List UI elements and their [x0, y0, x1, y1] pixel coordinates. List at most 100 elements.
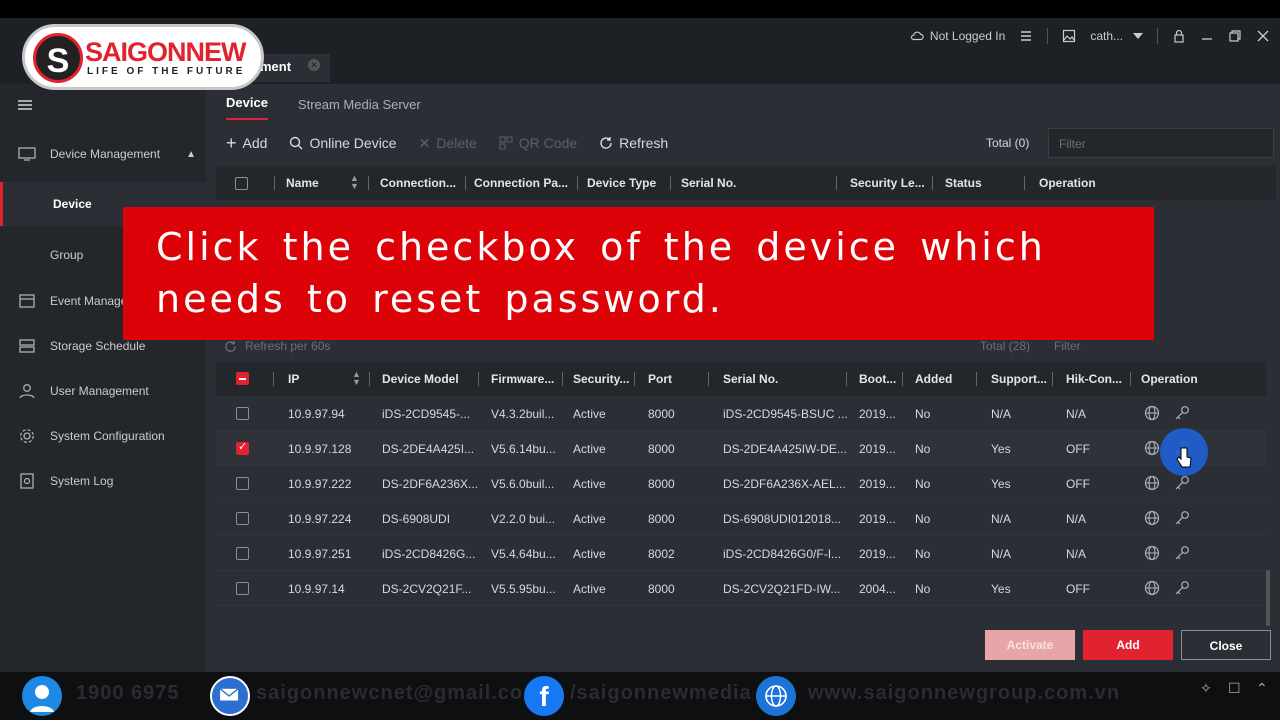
refresh-button[interactable]: Refresh: [599, 135, 668, 151]
image-icon[interactable]: [1062, 29, 1076, 43]
column-header-port[interactable]: Port: [648, 372, 672, 386]
auto-refresh-label[interactable]: Refresh per 60s: [224, 339, 330, 353]
globe-icon[interactable]: [1144, 440, 1160, 456]
row-checkbox[interactable]: [236, 582, 249, 595]
table-row[interactable]: 10.9.97.224 DS-6908UDI V2.2.0 bui... Active…: [216, 501, 1266, 536]
globe-icon[interactable]: [1144, 580, 1160, 596]
column-header-connection[interactable]: Connection...: [380, 176, 456, 190]
qr-code-button[interactable]: QR Code: [499, 135, 577, 151]
logo-mark: S: [33, 33, 83, 83]
add-label: Add: [242, 135, 268, 151]
auto-refresh-text: Refresh per 60s: [245, 339, 331, 353]
footer-phone: 1900 6975: [76, 682, 180, 704]
sidebar-item-device-management[interactable]: Device Management ▲: [0, 132, 206, 176]
table-row[interactable]: 10.9.97.128 DS-2DE4A425I... V5.6.14bu... Ac…: [216, 431, 1266, 466]
column-header-security[interactable]: Security...: [573, 372, 629, 386]
column-header-added[interactable]: Added: [915, 372, 952, 386]
expand-icon[interactable]: ⌃: [1256, 680, 1268, 697]
globe-icon[interactable]: [1144, 545, 1160, 561]
add-button[interactable]: Add: [1083, 630, 1173, 660]
key-icon[interactable]: [1174, 510, 1190, 526]
lock-icon[interactable]: [1172, 29, 1186, 43]
column-divider: [708, 372, 709, 386]
sidebar-item-system-log[interactable]: System Log: [0, 459, 206, 503]
column-divider: [577, 176, 578, 190]
select-all-checkbox[interactable]: [236, 372, 249, 385]
column-header-support[interactable]: Support...: [991, 372, 1047, 386]
column-header-ip[interactable]: IP: [288, 372, 299, 386]
column-header-device-model[interactable]: Device Model: [382, 372, 459, 386]
activate-button[interactable]: Activate: [985, 630, 1075, 660]
user-menu[interactable]: cath...: [1090, 29, 1143, 43]
row-checkbox[interactable]: [236, 547, 249, 560]
table-scrollbar[interactable]: [1266, 570, 1270, 626]
menu-icon[interactable]: [18, 100, 32, 110]
sidebar-item-user-management[interactable]: User Management: [0, 369, 206, 413]
column-header-serial-no[interactable]: Serial No.: [723, 372, 778, 386]
restore-icon[interactable]: [1228, 29, 1242, 43]
column-header-firmware[interactable]: Firmware...: [491, 372, 554, 386]
gear-icon: [20, 429, 34, 443]
cell-added: No: [915, 407, 931, 421]
row-checkbox[interactable]: [236, 512, 249, 525]
window-icon[interactable]: ☐: [1228, 680, 1241, 697]
minimize-icon[interactable]: [1200, 29, 1214, 43]
key-icon[interactable]: [1174, 405, 1190, 421]
cell-support: Yes: [991, 582, 1011, 596]
column-header-status[interactable]: Status: [945, 176, 982, 190]
key-icon[interactable]: [1174, 580, 1190, 596]
column-header-name[interactable]: Name: [286, 176, 319, 190]
plus-icon: +: [226, 132, 237, 153]
close-icon[interactable]: [1256, 29, 1270, 43]
app-tab-label: ment: [260, 59, 292, 74]
add-device-button[interactable]: + Add: [226, 133, 267, 154]
table-row[interactable]: 10.9.97.14 DS-2CV2Q21F... V5.5.95bu... Acti…: [216, 571, 1266, 606]
online-filter-input[interactable]: Filter: [1054, 339, 1081, 353]
sidebar-item-label: Device: [53, 197, 92, 211]
tab-close-icon[interactable]: ✕: [308, 59, 320, 71]
globe-icon[interactable]: [1144, 510, 1160, 526]
column-header-boot-time[interactable]: Boot...: [859, 372, 896, 386]
key-icon[interactable]: [1174, 475, 1190, 491]
instruction-banner: Click the checkbox of the device which n…: [123, 207, 1154, 340]
refresh-icon: [600, 137, 612, 149]
column-header-security-level[interactable]: Security Le...: [850, 176, 925, 190]
column-header-device-type[interactable]: Device Type: [587, 176, 656, 190]
column-divider: [273, 372, 274, 386]
user-icon: [19, 384, 35, 399]
column-header-hik-connect[interactable]: Hik-Con...: [1066, 372, 1122, 386]
cell-firmware: V2.2.0 bui...: [491, 512, 556, 526]
list-icon[interactable]: [1019, 29, 1033, 43]
tab-device[interactable]: Device: [226, 95, 268, 120]
table-row[interactable]: 10.9.97.222 DS-2DF6A236X... V5.6.0buil... A…: [216, 466, 1266, 501]
globe-icon[interactable]: [1144, 475, 1160, 491]
column-header-serial-no[interactable]: Serial No.: [681, 176, 736, 190]
column-header-operation[interactable]: Operation: [1039, 176, 1096, 190]
online-device-button[interactable]: Online Device: [289, 135, 397, 151]
cloud-icon: [910, 31, 924, 41]
sidebar-item-system-configuration[interactable]: System Configuration: [0, 414, 206, 458]
cell-hik: N/A: [1066, 547, 1087, 561]
key-icon[interactable]: [1174, 545, 1190, 561]
row-checkbox[interactable]: [236, 440, 249, 455]
cell-model: iDS-2CD9545-...: [382, 407, 471, 421]
globe-icon[interactable]: [1144, 405, 1160, 421]
sort-icon[interactable]: ▲ ▼: [350, 174, 359, 191]
cell-ip: 10.9.97.94: [288, 407, 345, 421]
column-header-operation[interactable]: Operation: [1141, 372, 1198, 386]
online-device-label: Online Device: [309, 135, 397, 151]
device-filter-input[interactable]: Filter: [1048, 128, 1274, 158]
table-row[interactable]: 10.9.97.94 iDS-2CD9545-... V4.3.2buil... Ac…: [216, 396, 1266, 431]
row-checkbox[interactable]: [236, 477, 249, 490]
table-row[interactable]: 10.9.97.251 iDS-2CD8426G... V5.4.64bu... Ac…: [216, 536, 1266, 571]
tab-stream-media-server[interactable]: Stream Media Server: [298, 97, 421, 120]
login-status[interactable]: Not Logged In: [910, 29, 1005, 43]
footer-website: www.saigonnewgroup.com.vn: [808, 682, 1121, 704]
row-checkbox[interactable]: [236, 407, 249, 420]
pin-icon[interactable]: ✧: [1200, 680, 1212, 697]
close-button[interactable]: Close: [1181, 630, 1271, 660]
delete-button[interactable]: ✕ Delete: [419, 135, 477, 152]
select-all-checkbox[interactable]: [235, 177, 248, 190]
column-header-connection-params[interactable]: Connection Pa...: [474, 176, 568, 190]
sort-icon[interactable]: ▲ ▼: [352, 370, 361, 387]
